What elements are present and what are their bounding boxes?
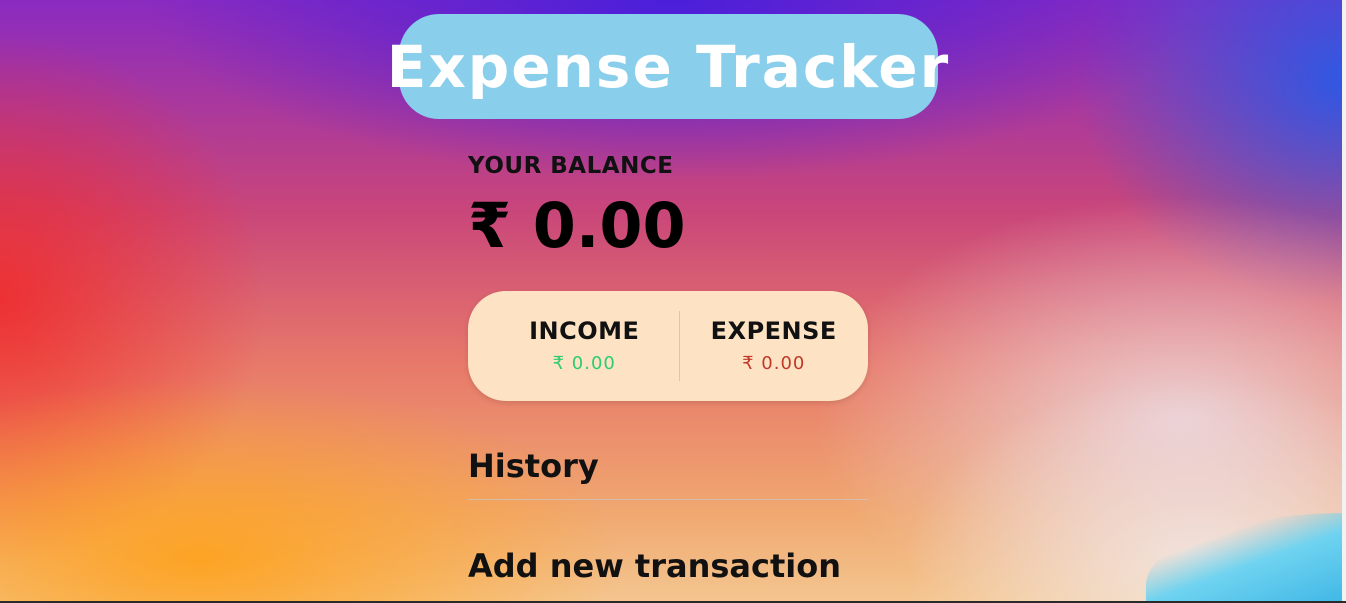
income-label: INCOME [529, 317, 640, 345]
income-expense-card: INCOME ₹ 0.00 EXPENSE ₹ 0.00 [468, 291, 868, 401]
expense-column: EXPENSE ₹ 0.00 [680, 316, 869, 376]
page-scrollbar[interactable] [1342, 0, 1346, 603]
balance-amount: ₹ 0.00 [468, 189, 686, 262]
background-wave-decoration [1146, 513, 1346, 603]
expense-label: EXPENSE [710, 317, 837, 345]
app-title: Expense Tracker [386, 32, 951, 101]
expense-amount: ₹ 0.00 [742, 353, 806, 374]
app-header: Expense Tracker [387, 14, 948, 119]
income-column: INCOME ₹ 0.00 [468, 316, 679, 376]
main-container: YOUR BALANCE ₹ 0.00 INCOME ₹ 0.00 EXPENS… [468, 150, 868, 585]
history-divider [468, 499, 868, 500]
add-transaction-heading: Add new transaction [468, 547, 841, 585]
balance-label: YOUR BALANCE [468, 153, 674, 179]
income-amount: ₹ 0.00 [552, 353, 616, 374]
history-heading: History [468, 447, 599, 485]
